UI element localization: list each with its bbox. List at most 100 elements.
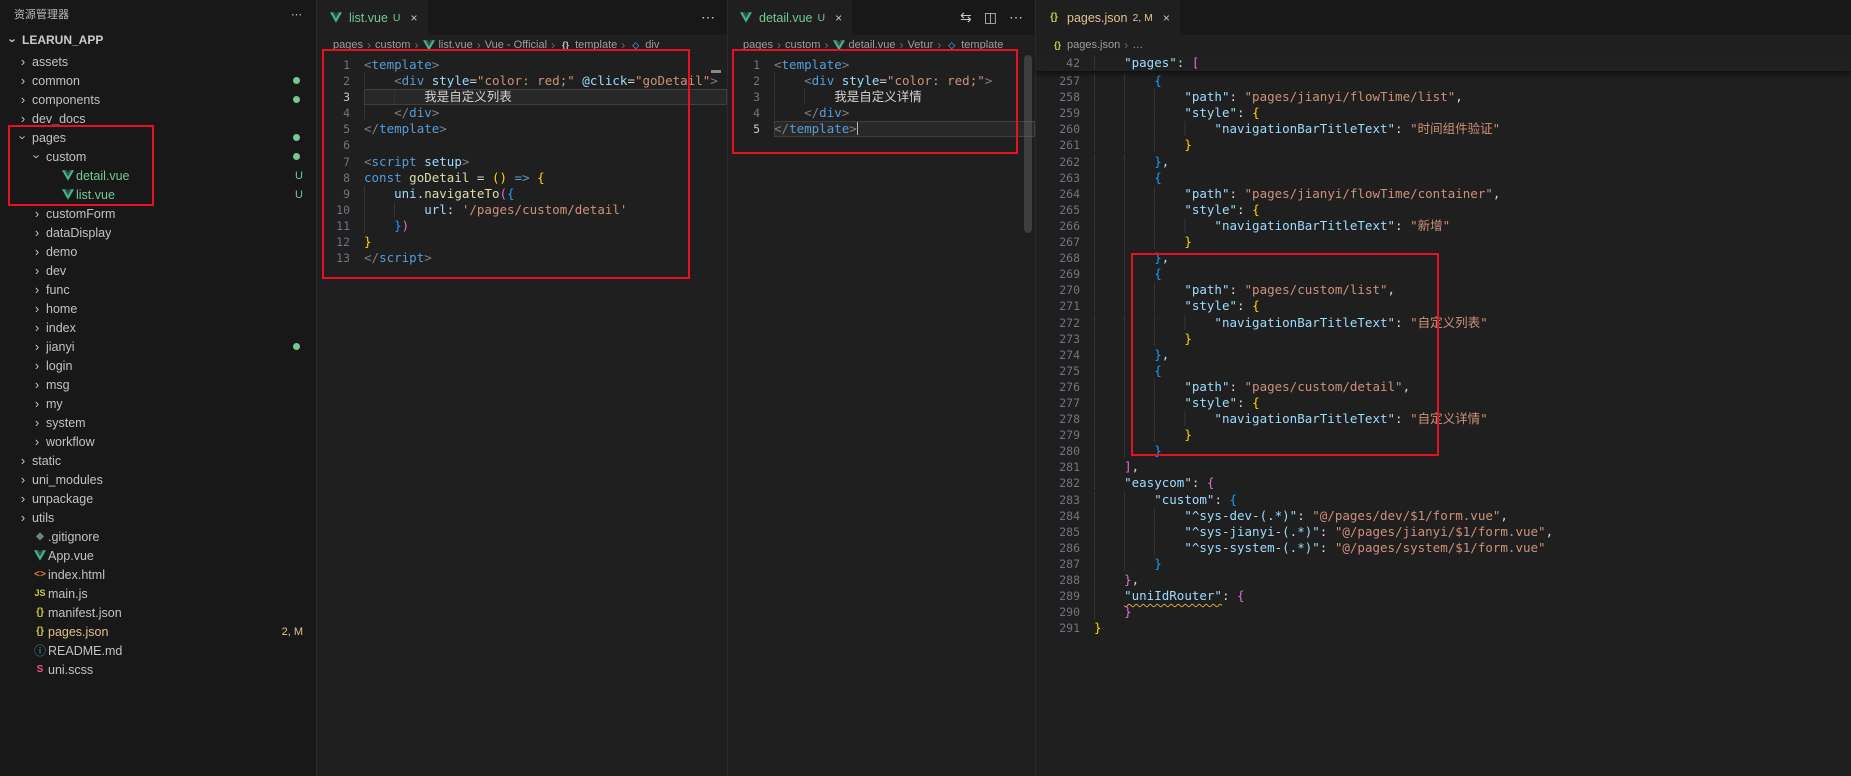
tree-item-workflow[interactable]: ›workflow: [0, 432, 316, 451]
tree-item-system[interactable]: ›system: [0, 413, 316, 432]
code-editor[interactable]: 1<template>2 <div style="color: red;" @c…: [318, 55, 727, 266]
code-line-3[interactable]: 3 我是自定义列表: [318, 89, 727, 105]
code-line-287[interactable]: 287 }: [1036, 556, 1851, 572]
code-line-291[interactable]: 291}: [1036, 620, 1851, 636]
breadcrumb-item[interactable]: ◇div: [629, 39, 659, 51]
tree-item-uni_modules[interactable]: ›uni_modules: [0, 470, 316, 489]
code-line-258[interactable]: 258 "path": "pages/jianyi/flowTime/list"…: [1036, 89, 1851, 105]
code-line-289[interactable]: 289 "uniIdRouter": {: [1036, 588, 1851, 604]
code-line-285[interactable]: 285 "^sys-jianyi-(.*)": "@/pages/jianyi/…: [1036, 524, 1851, 540]
code-line-268[interactable]: 268 },: [1036, 250, 1851, 266]
tree-item-pages[interactable]: ›pages: [0, 128, 316, 147]
code-line-290[interactable]: 290 }: [1036, 604, 1851, 620]
code-line-272[interactable]: 272 "navigationBarTitleText": "自定义列表": [1036, 315, 1851, 331]
tree-item-my[interactable]: ›my: [0, 394, 316, 413]
tree-item-pages.json[interactable]: {}pages.json2, M: [0, 622, 316, 641]
tree-item-dev[interactable]: ›dev: [0, 261, 316, 280]
tree-item-components[interactable]: ›components: [0, 90, 316, 109]
tree-item-demo[interactable]: ›demo: [0, 242, 316, 261]
code-line-265[interactable]: 265 "style": {: [1036, 202, 1851, 218]
breadcrumb-item[interactable]: detail.vue: [832, 39, 895, 51]
code-line-4[interactable]: 4 </div>: [318, 105, 727, 121]
tab-detail-vue[interactable]: detail.vue U ×: [728, 0, 853, 35]
code-line-280[interactable]: 280 }: [1036, 443, 1851, 459]
tree-item-static[interactable]: ›static: [0, 451, 316, 470]
more-actions-icon[interactable]: ⋯: [701, 9, 715, 26]
code-line-261[interactable]: 261 }: [1036, 137, 1851, 153]
tree-item-assets[interactable]: ›assets: [0, 52, 316, 71]
breadcrumb-item[interactable]: custom: [375, 39, 410, 51]
code-line-2[interactable]: 2 <div style="color: red;">: [728, 73, 1035, 89]
code-line-260[interactable]: 260 "navigationBarTitleText": "时间组件验证": [1036, 121, 1851, 137]
breadcrumb-item[interactable]: Vue - Official: [485, 39, 547, 51]
breadcrumb-item[interactable]: ◇template: [945, 39, 1003, 51]
tree-item-manifest.json[interactable]: {}manifest.json: [0, 603, 316, 622]
code-editor[interactable]: 1<template>2 <div style="color: red;">3 …: [728, 55, 1035, 137]
code-line-1[interactable]: 1<template>: [318, 57, 727, 73]
more-actions-icon[interactable]: ⋯: [1009, 9, 1023, 26]
tree-item-dev_docs[interactable]: ›dev_docs: [0, 109, 316, 128]
breadcrumb-item[interactable]: …: [1132, 39, 1143, 51]
breadcrumb-item[interactable]: list.vue: [422, 39, 472, 51]
tree-item-common[interactable]: ›common: [0, 71, 316, 90]
tree-item-utils[interactable]: ›utils: [0, 508, 316, 527]
code-line-281[interactable]: 281 ],: [1036, 459, 1851, 475]
code-line-283[interactable]: 283 "custom": {: [1036, 492, 1851, 508]
breadcrumb-item[interactable]: pages: [333, 39, 363, 51]
code-line-2[interactable]: 2 <div style="color: red;" @click="goDet…: [318, 73, 727, 89]
code-line-288[interactable]: 288 },: [1036, 572, 1851, 588]
tree-item-msg[interactable]: ›msg: [0, 375, 316, 394]
code-line-1[interactable]: 1<template>: [728, 57, 1035, 73]
code-line-12[interactable]: 12}: [318, 234, 727, 250]
tree-item-App.vue[interactable]: App.vue: [0, 546, 316, 565]
tree-item-README.md[interactable]: ⓘREADME.md: [0, 641, 316, 660]
tree-item-func[interactable]: ›func: [0, 280, 316, 299]
code-line-276[interactable]: 276 "path": "pages/custom/detail",: [1036, 379, 1851, 395]
code-line-262[interactable]: 262 },: [1036, 154, 1851, 170]
vertical-scrollbar[interactable]: [1024, 55, 1032, 233]
tree-item-index[interactable]: ›index: [0, 318, 316, 337]
tree-item-uni.scss[interactable]: Suni.scss: [0, 660, 316, 679]
code-line-266[interactable]: 266 "navigationBarTitleText": "新增": [1036, 218, 1851, 234]
code-line-11[interactable]: 11 }): [318, 218, 727, 234]
tree-item-.gitignore[interactable]: ◆.gitignore: [0, 527, 316, 546]
code-line-42[interactable]: 42 "pages": [: [1036, 55, 1851, 71]
more-actions-icon[interactable]: ⋯: [291, 8, 302, 21]
code-line-5[interactable]: 5</template>: [318, 121, 727, 137]
code-line-13[interactable]: 13</script>: [318, 250, 727, 266]
close-icon[interactable]: ×: [835, 11, 842, 25]
breadcrumb-item[interactable]: {}template: [559, 39, 617, 51]
code-line-8[interactable]: 8const goDetail = () => {: [318, 170, 727, 186]
sticky-scroll-line[interactable]: 42 "pages": [: [1036, 55, 1851, 71]
close-icon[interactable]: ×: [1163, 11, 1170, 25]
tree-item-index.html[interactable]: <>index.html: [0, 565, 316, 584]
breadcrumb-item[interactable]: pages: [743, 39, 773, 51]
tree-item-list.vue[interactable]: list.vueU: [0, 185, 316, 204]
code-line-4[interactable]: 4 </div>: [728, 105, 1035, 121]
code-line-270[interactable]: 270 "path": "pages/custom/list",: [1036, 282, 1851, 298]
code-line-286[interactable]: 286 "^sys-system-(.*)": "@/pages/system/…: [1036, 540, 1851, 556]
tab-list-vue[interactable]: list.vue U ×: [318, 0, 429, 35]
code-line-7[interactable]: 7<script setup>: [318, 154, 727, 170]
tree-item-login[interactable]: ›login: [0, 356, 316, 375]
code-line-5[interactable]: 5</template>: [728, 121, 1035, 137]
code-line-271[interactable]: 271 "style": {: [1036, 298, 1851, 314]
code-line-264[interactable]: 264 "path": "pages/jianyi/flowTime/conta…: [1036, 186, 1851, 202]
open-changes-icon[interactable]: ⇆: [960, 9, 972, 26]
code-line-275[interactable]: 275 {: [1036, 363, 1851, 379]
code-line-263[interactable]: 263 {: [1036, 170, 1851, 186]
tree-item-jianyi[interactable]: ›jianyi: [0, 337, 316, 356]
code-line-3[interactable]: 3 我是自定义详情: [728, 89, 1035, 105]
tree-item-home[interactable]: ›home: [0, 299, 316, 318]
tree-item-dataDisplay[interactable]: ›dataDisplay: [0, 223, 316, 242]
code-editor[interactable]: 257 {258 "path": "pages/jianyi/flowTime/…: [1036, 71, 1851, 636]
code-line-278[interactable]: 278 "navigationBarTitleText": "自定义详情": [1036, 411, 1851, 427]
code-line-282[interactable]: 282 "easycom": {: [1036, 475, 1851, 491]
code-line-269[interactable]: 269 {: [1036, 266, 1851, 282]
tree-item-detail.vue[interactable]: detail.vueU: [0, 166, 316, 185]
code-line-279[interactable]: 279 }: [1036, 427, 1851, 443]
code-line-10[interactable]: 10 url: '/pages/custom/detail': [318, 202, 727, 218]
breadcrumb-item[interactable]: {}pages.json: [1051, 39, 1120, 51]
code-line-277[interactable]: 277 "style": {: [1036, 395, 1851, 411]
code-line-284[interactable]: 284 "^sys-dev-(.*)": "@/pages/dev/$1/for…: [1036, 508, 1851, 524]
